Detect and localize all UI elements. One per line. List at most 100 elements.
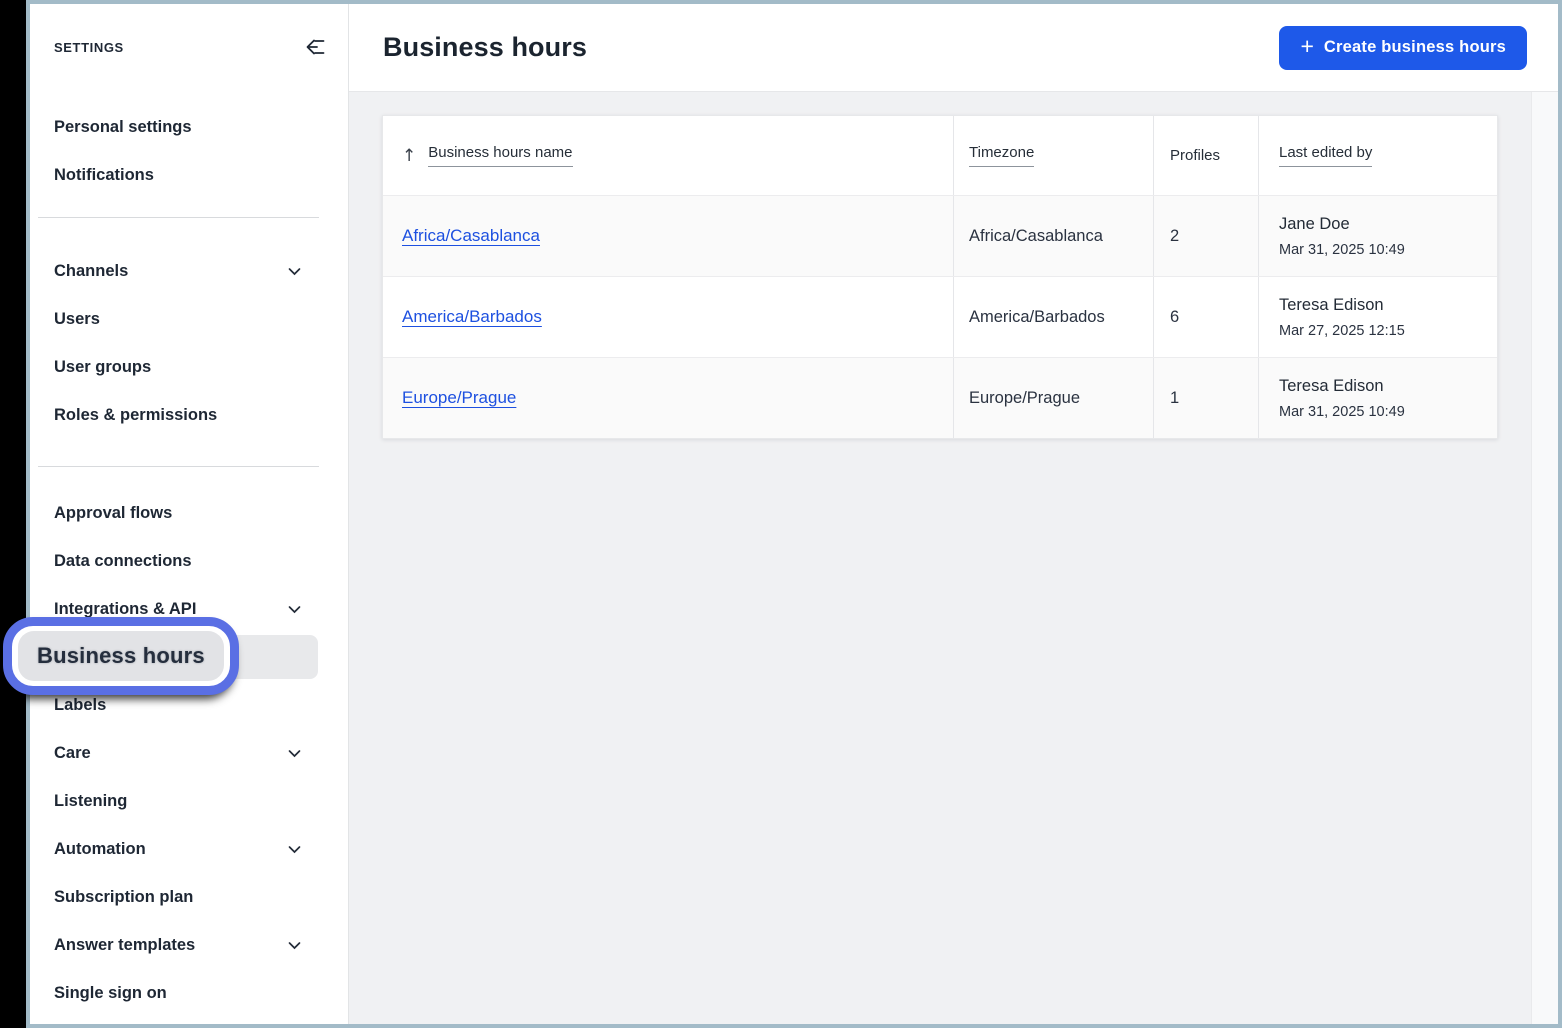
app-window: SETTINGS Personal settings <box>26 0 1562 1028</box>
annotation-label: Business hours <box>37 643 205 669</box>
column-header-last-edited-by[interactable]: Last edited by <box>1258 116 1497 195</box>
business-hours-table: ↑ Business hours name Timezone Profiles … <box>382 115 1498 439</box>
timezone-value: Africa/Casablanca <box>969 227 1153 246</box>
cell-name: Europe/Prague <box>383 358 953 438</box>
column-header-label: Business hours name <box>428 144 572 167</box>
sidebar-item-approval-flows[interactable]: Approval flows <box>30 489 348 537</box>
sidebar-title: SETTINGS <box>54 40 124 55</box>
cell-profiles: 6 <box>1153 277 1258 357</box>
editor-name: Teresa Edison <box>1279 296 1497 315</box>
sidebar-item-label: Labels <box>54 696 106 715</box>
timezone-value: America/Barbados <box>969 308 1153 327</box>
create-business-hours-button[interactable]: + Create business hours <box>1279 26 1527 70</box>
sidebar-item-user-groups[interactable]: User groups <box>30 343 348 391</box>
cell-timezone: Africa/Casablanca <box>953 196 1153 276</box>
annotation-callout: Business hours <box>3 617 239 695</box>
chevron-down-icon <box>286 745 303 762</box>
sidebar-item-label: User groups <box>54 358 151 377</box>
editor-name: Jane Doe <box>1279 215 1497 234</box>
create-button-label: Create business hours <box>1324 38 1506 57</box>
sidebar-item-label: Data connections <box>54 552 192 571</box>
sidebar-section-account: Personal settings Notifications <box>30 103 348 199</box>
sidebar-item-label: Single sign on <box>54 984 167 1003</box>
edited-timestamp: Mar 31, 2025 10:49 <box>1279 242 1497 258</box>
profiles-count: 1 <box>1170 389 1258 408</box>
business-hours-link[interactable]: Europe/Prague <box>402 388 516 408</box>
sidebar-item-label: Integrations & API <box>54 600 196 619</box>
sidebar-item-label: Automation <box>54 840 146 859</box>
column-header-profiles: Profiles <box>1153 116 1258 195</box>
column-header-business-hours-name[interactable]: ↑ Business hours name <box>383 116 953 195</box>
sidebar-divider <box>38 466 319 467</box>
cell-name: Africa/Casablanca <box>383 196 953 276</box>
column-header-label: Timezone <box>969 144 1034 167</box>
sidebar-item-label: Notifications <box>54 166 154 185</box>
cell-profiles: 2 <box>1153 196 1258 276</box>
sidebar-item-data-connections[interactable]: Data connections <box>30 537 348 585</box>
table-row: America/Barbados America/Barbados 6 Tere… <box>383 276 1497 357</box>
sidebar-item-roles-permissions[interactable]: Roles & permissions <box>30 391 348 439</box>
table-row: Africa/Casablanca Africa/Casablanca 2 Ja… <box>383 195 1497 276</box>
sidebar-item-care[interactable]: Care <box>30 729 348 777</box>
chevron-down-icon <box>286 937 303 954</box>
chevron-down-icon <box>286 601 303 618</box>
profiles-count: 2 <box>1170 227 1258 246</box>
sidebar-item-label: Subscription plan <box>54 888 193 907</box>
content-area: ↑ Business hours name Timezone Profiles … <box>349 92 1558 1024</box>
sidebar-item-label: Approval flows <box>54 504 172 523</box>
sidebar-item-single-sign-on[interactable]: Single sign on <box>30 969 348 1017</box>
sidebar-item-subscription-plan[interactable]: Subscription plan <box>30 873 348 921</box>
sidebar-item-label: Roles & permissions <box>54 406 217 425</box>
background-strip <box>0 0 26 1028</box>
table-header-row: ↑ Business hours name Timezone Profiles … <box>383 116 1497 195</box>
page-header: Business hours + Create business hours <box>349 4 1558 92</box>
timezone-value: Europe/Prague <box>969 389 1153 408</box>
sidebar-divider <box>38 217 319 218</box>
annotation-highlight-pill: Business hours <box>18 631 224 681</box>
sidebar-item-users[interactable]: Users <box>30 295 348 343</box>
cell-timezone: America/Barbados <box>953 277 1153 357</box>
business-hours-link[interactable]: America/Barbados <box>402 307 542 327</box>
sidebar-item-label: Care <box>54 744 91 763</box>
cell-last-edited: Teresa Edison Mar 27, 2025 12:15 <box>1258 277 1497 357</box>
sidebar-item-channels[interactable]: Channels <box>30 247 348 295</box>
chevron-down-icon <box>286 841 303 858</box>
column-header-timezone[interactable]: Timezone <box>953 116 1153 195</box>
sidebar-header: SETTINGS <box>30 23 348 71</box>
business-hours-link[interactable]: Africa/Casablanca <box>402 226 540 246</box>
sidebar-item-label: Listening <box>54 792 127 811</box>
cell-last-edited: Teresa Edison Mar 31, 2025 10:49 <box>1258 358 1497 438</box>
sort-ascending-icon: ↑ <box>402 146 416 166</box>
chevron-down-icon <box>286 263 303 280</box>
column-header-label: Profiles <box>1170 147 1220 164</box>
sidebar-item-label: Users <box>54 310 100 329</box>
sidebar-item-notifications[interactable]: Notifications <box>30 151 348 199</box>
sidebar-item-label: Personal settings <box>54 118 192 137</box>
vertical-scrollbar[interactable] <box>1531 92 1558 1024</box>
cell-timezone: Europe/Prague <box>953 358 1153 438</box>
page-title: Business hours <box>383 32 587 63</box>
sidebar-section-platform: Approval flows Data connections Integrat… <box>30 489 348 1017</box>
edited-timestamp: Mar 31, 2025 10:49 <box>1279 404 1497 420</box>
main-area: Business hours + Create business hours ↑… <box>349 4 1558 1024</box>
sidebar-nav: Personal settings Notifications Channels <box>30 103 348 1017</box>
sidebar-item-label: Answer templates <box>54 936 195 955</box>
sidebar-item-label: Channels <box>54 262 128 281</box>
table-row: Europe/Prague Europe/Prague 1 Teresa Edi… <box>383 357 1497 438</box>
cell-last-edited: Jane Doe Mar 31, 2025 10:49 <box>1258 196 1497 276</box>
cell-profiles: 1 <box>1153 358 1258 438</box>
collapse-sidebar-icon[interactable] <box>302 35 326 59</box>
sidebar-section-org: Channels Users User groups Roles & permi… <box>30 247 348 439</box>
column-header-label: Last edited by <box>1279 144 1372 167</box>
editor-name: Teresa Edison <box>1279 377 1497 396</box>
screenshot-stage: SETTINGS Personal settings <box>0 0 1562 1028</box>
profiles-count: 6 <box>1170 308 1258 327</box>
cell-name: America/Barbados <box>383 277 953 357</box>
settings-sidebar: SETTINGS Personal settings <box>30 4 349 1024</box>
plus-icon: + <box>1300 35 1313 58</box>
sidebar-item-listening[interactable]: Listening <box>30 777 348 825</box>
sidebar-item-answer-templates[interactable]: Answer templates <box>30 921 348 969</box>
sidebar-item-automation[interactable]: Automation <box>30 825 348 873</box>
sidebar-item-personal-settings[interactable]: Personal settings <box>30 103 348 151</box>
edited-timestamp: Mar 27, 2025 12:15 <box>1279 323 1497 339</box>
